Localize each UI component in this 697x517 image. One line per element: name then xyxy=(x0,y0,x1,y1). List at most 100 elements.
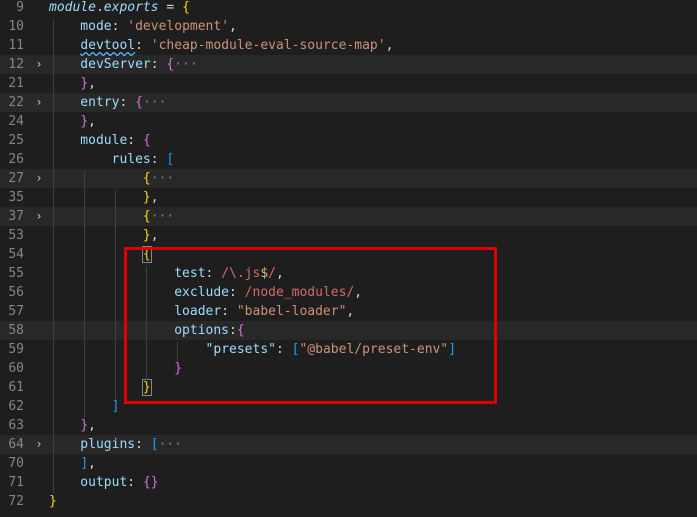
code-token: , xyxy=(150,190,159,205)
code-token: ] xyxy=(111,399,120,414)
fold-chevron-icon[interactable]: › xyxy=(33,93,45,112)
code-line[interactable]: 63 }, xyxy=(0,416,697,435)
fold-chevron-icon[interactable]: › xyxy=(33,55,45,74)
code-token: , xyxy=(88,456,96,471)
code-token: { xyxy=(142,133,151,148)
line-number: 21 xyxy=(8,76,24,91)
code-line[interactable]: 58 options:{ xyxy=(0,321,697,340)
indent-guide xyxy=(84,171,85,418)
code-token: entry xyxy=(49,95,120,110)
code-token: : xyxy=(229,285,245,300)
code-token: devtool xyxy=(80,38,136,53)
line-number: 27 xyxy=(8,171,24,186)
code-editor[interactable]: 72} 71 output: {} 70 ], 64 › plugins: [··· 63… xyxy=(0,0,697,517)
code-token: [ xyxy=(150,437,159,452)
code-token: , xyxy=(150,228,159,243)
code-line[interactable]: 24 }, xyxy=(0,112,697,131)
code-text: entry: {··· xyxy=(49,93,166,112)
code-line[interactable]: 9 module.exports = { xyxy=(0,0,697,17)
code-text: output: {} xyxy=(49,473,158,492)
fold-chevron-icon[interactable]: › xyxy=(33,169,45,188)
code-line[interactable]: 26 rules: [ xyxy=(0,150,697,169)
code-token: ··· xyxy=(158,437,183,452)
code-line[interactable]: 27 › {··· xyxy=(0,169,697,188)
code-text: plugins: [··· xyxy=(49,435,182,454)
line-number: 22 xyxy=(8,95,24,110)
code-line[interactable]: 21 }, xyxy=(0,74,697,93)
code-text: }, xyxy=(49,226,159,245)
fold-chevron-icon[interactable]: › xyxy=(33,435,45,454)
code-token: loader xyxy=(49,304,222,319)
line-number: 59 xyxy=(8,342,24,357)
line-number: 64 xyxy=(8,437,24,452)
code-token: mode xyxy=(49,19,112,34)
code-line[interactable]: 59 "presets": ["@babel/preset-env"] xyxy=(0,340,697,359)
code-token: , xyxy=(88,114,96,129)
code-token: : xyxy=(111,19,128,34)
code-token: : xyxy=(135,38,151,53)
code-line[interactable]: 37 › {··· xyxy=(0,207,697,226)
code-line[interactable]: 62 ] xyxy=(0,397,697,416)
code-token: "@babel/preset-env" xyxy=(299,342,449,357)
code-text: devServer: {··· xyxy=(49,55,197,74)
code-token: = xyxy=(158,0,183,15)
code-line[interactable]: 64 › plugins: [··· xyxy=(0,435,697,454)
code-token: exports xyxy=(103,0,159,15)
line-number: 56 xyxy=(8,285,24,300)
code-text: }, xyxy=(49,112,96,131)
code-text: }, xyxy=(49,416,96,435)
code-text: "presets": ["@babel/preset-env"] xyxy=(49,340,456,359)
code-line[interactable]: 11 devtool: 'cheap-module-eval-source-ma… xyxy=(0,36,697,55)
indent-guide xyxy=(115,190,116,399)
code-line[interactable]: 72} xyxy=(0,492,697,511)
code-line[interactable]: 54 { xyxy=(0,245,697,264)
code-token: : xyxy=(127,133,143,148)
code-line[interactable]: 10 mode: 'development', xyxy=(0,17,697,36)
line-number: 58 xyxy=(8,323,24,338)
line-number: 26 xyxy=(8,152,24,167)
line-number: 54 xyxy=(8,247,24,262)
code-line[interactable]: 25 module: { xyxy=(0,131,697,150)
code-token: , xyxy=(346,304,355,319)
fold-chevron-icon[interactable]: › xyxy=(33,207,45,226)
code-token: options xyxy=(49,323,230,338)
code-line[interactable]: 55 test: /\.js$/, xyxy=(0,264,697,283)
code-line[interactable]: 70 ], xyxy=(0,454,697,473)
indent-guide xyxy=(53,19,54,494)
code-token: : xyxy=(119,95,136,110)
code-line[interactable]: 53 }, xyxy=(0,226,697,245)
code-token: , xyxy=(354,285,363,300)
code-token: { xyxy=(135,95,143,110)
code-line[interactable]: 61 } xyxy=(0,378,697,397)
line-number: 55 xyxy=(8,266,24,281)
code-token: /node_modules/ xyxy=(244,285,355,300)
code-token: , xyxy=(276,266,284,281)
code-line[interactable]: 71 output: {} xyxy=(0,473,697,492)
code-text: } xyxy=(49,492,57,511)
code-token: } xyxy=(49,494,57,509)
code-token: ··· xyxy=(150,171,175,186)
line-number: 72 xyxy=(8,494,24,509)
code-text: devtool: 'cheap-module-eval-source-map', xyxy=(49,36,393,55)
code-text: {··· xyxy=(49,169,174,188)
code-line[interactable]: 12 › devServer: {··· xyxy=(0,55,697,74)
code-token: , xyxy=(88,76,96,91)
code-token: } xyxy=(142,190,151,205)
line-number: 62 xyxy=(8,399,24,414)
code-line[interactable]: 57 loader: "babel-loader", xyxy=(0,302,697,321)
code-line[interactable]: 60 } xyxy=(0,359,697,378)
code-line[interactable]: 22 › entry: {··· xyxy=(0,93,697,112)
code-token: : xyxy=(276,342,292,357)
line-number: 53 xyxy=(8,228,24,243)
line-number: 10 xyxy=(8,19,24,34)
code-token: /\.js xyxy=(221,266,261,281)
code-line[interactable]: 35 }, xyxy=(0,188,697,207)
code-text: { xyxy=(49,245,152,264)
code-line[interactable]: 56 exclude: /node_modules/, xyxy=(0,283,697,302)
line-number: 57 xyxy=(8,304,24,319)
